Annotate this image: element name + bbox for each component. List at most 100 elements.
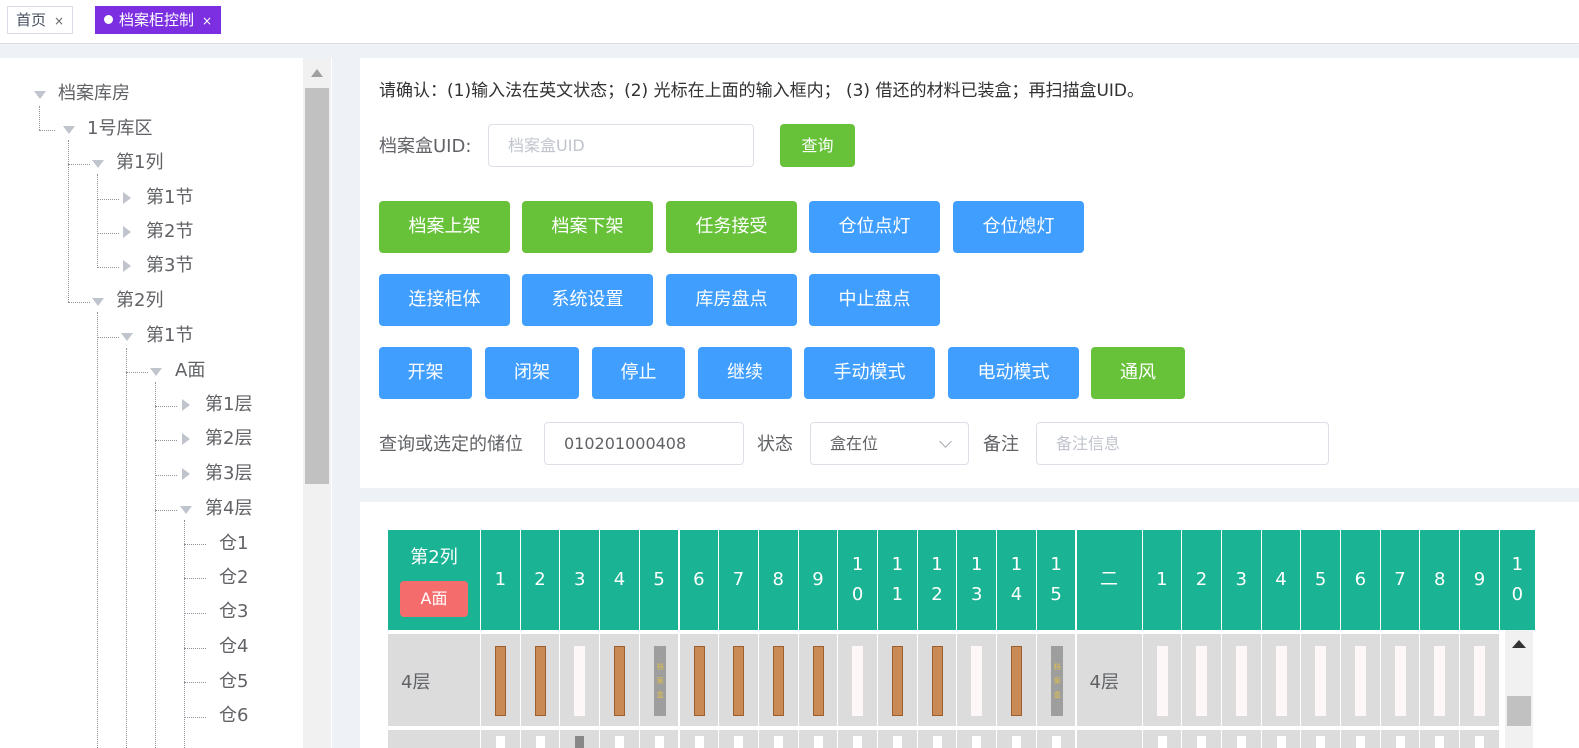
open-shelf-button[interactable]: 开架 [379,347,472,399]
grid-slot-next-row[interactable] [639,726,680,748]
grid-slot-next-row[interactable] [1420,726,1461,748]
grid-slot-next-row[interactable] [719,726,759,748]
tree-node-layer[interactable]: 第4层 [180,498,252,520]
grid-slot-next-row[interactable] [878,726,918,748]
tree-node-layer[interactable]: 第1层 [182,394,252,416]
tree-node-slot[interactable]: 仓5 [219,671,248,693]
grid-slot-next-row[interactable] [997,726,1037,748]
tree-node-archive-room[interactable]: 档案库房 [34,83,130,105]
close-shelf-button[interactable]: 闭架 [485,347,579,399]
grid-slot[interactable] [1182,630,1222,726]
grid-slot-next-row[interactable] [917,726,958,748]
grid-slot[interactable] [997,630,1037,726]
grid-slot[interactable] [1420,630,1461,726]
status-select[interactable]: 盒在位 [810,422,969,465]
scrollbar-thumb[interactable] [305,88,329,484]
grid-slot[interactable] [917,630,958,726]
grid-slot-next-row[interactable] [520,726,561,748]
caret-down-icon[interactable] [63,126,75,134]
grid-slot-next-row[interactable] [1460,726,1500,748]
connect-cabinet-button[interactable]: 连接柜体 [379,274,510,326]
grid-slot[interactable]: 档案盒 [639,630,680,726]
grid-slot[interactable] [679,630,720,726]
tab-cabinet-control[interactable]: 档案柜控制 × [95,6,222,34]
tree-node-column-1[interactable]: 第1列 [92,152,163,174]
caret-down-icon[interactable] [92,160,104,168]
grid-scrollbar[interactable] [1505,630,1533,748]
grid-slot[interactable] [1380,630,1421,726]
grid-slot-next-row[interactable] [1341,726,1381,748]
grid-slot-next-row[interactable] [600,726,640,748]
tree-scrollbar[interactable] [303,58,331,748]
caret-down-icon[interactable] [121,333,133,341]
grid-slot[interactable] [481,630,521,726]
grid-slot[interactable] [560,630,601,726]
grid-slot[interactable] [758,630,799,726]
caret-down-icon[interactable] [34,91,46,99]
system-settings-button[interactable]: 系统设置 [522,274,653,326]
grid-slot[interactable] [957,630,998,726]
grid-slot[interactable] [520,630,561,726]
continue-button[interactable]: 继续 [698,347,792,399]
ventilation-button[interactable]: 通风 [1091,347,1185,399]
caret-down-icon[interactable] [150,368,162,376]
tree-node-column-2[interactable]: 第2列 [92,290,163,312]
grid-slot-next-row[interactable] [758,726,799,748]
scrollbar-thumb[interactable] [1507,696,1531,726]
close-icon[interactable]: × [202,14,212,28]
query-button[interactable]: 查询 [780,124,855,167]
grid-slot[interactable] [1301,630,1341,726]
grid-slot[interactable] [1221,630,1262,726]
tree-node-slot[interactable]: 仓3 [219,601,248,623]
scroll-up-arrow-icon[interactable] [311,69,323,77]
manual-mode-button[interactable]: 手动模式 [804,347,935,399]
grid-slot[interactable] [1460,630,1500,726]
grid-slot[interactable] [838,630,878,726]
caret-down-icon[interactable] [180,506,192,514]
grid-slot-next-row[interactable] [560,726,601,748]
grid-slot-next-row[interactable] [481,726,521,748]
tab-home[interactable]: 首页 × [7,6,74,34]
grid-slot[interactable] [798,630,839,726]
grid-slot-next-row[interactable] [679,726,720,748]
grid-slot[interactable] [1341,630,1381,726]
archive-unshelve-button[interactable]: 档案下架 [522,201,653,253]
stop-button[interactable]: 停止 [592,347,685,399]
location-input[interactable]: 010201000408 [544,422,744,465]
electric-mode-button[interactable]: 电动模式 [948,347,1079,399]
grid-slot-next-row[interactable] [1036,726,1077,748]
grid-slot-next-row[interactable] [838,726,878,748]
tree-node-slot[interactable]: 仓6 [219,705,248,727]
grid-slot-next-row[interactable] [1142,726,1183,748]
inventory-button[interactable]: 库房盘点 [666,274,797,326]
caret-right-icon[interactable] [182,468,190,480]
tree-node-section[interactable]: 第1节 [123,187,193,209]
grid-slot[interactable] [1261,630,1302,726]
grid-slot-next-row[interactable] [798,726,839,748]
accept-task-button[interactable]: 任务接受 [666,201,797,253]
grid-slot[interactable]: 档案盒 [1036,630,1077,726]
caret-right-icon[interactable] [123,260,131,272]
caret-right-icon[interactable] [123,192,131,204]
grid-slot-next-row[interactable] [957,726,998,748]
grid-slot[interactable] [600,630,640,726]
tree-node-slot[interactable]: 仓2 [219,567,248,589]
tree-node-zone-1[interactable]: 1号库区 [63,118,152,140]
tree-node-section[interactable]: 第3节 [123,255,193,277]
tree-node-section[interactable]: 第1节 [121,325,193,347]
grid-slot-next-row[interactable] [1182,726,1222,748]
caret-down-icon[interactable] [92,298,104,306]
grid-slot-next-row[interactable] [1380,726,1421,748]
slot-light-on-button[interactable]: 仓位点灯 [809,201,940,253]
archive-shelve-button[interactable]: 档案上架 [379,201,510,253]
caret-right-icon[interactable] [182,399,190,411]
remark-input[interactable]: 备注信息 [1036,422,1329,465]
caret-right-icon[interactable] [182,433,190,445]
grid-slot-next-row[interactable] [1261,726,1302,748]
stop-inventory-button[interactable]: 中止盘点 [809,274,940,326]
tree-node-layer[interactable]: 第2层 [182,428,252,450]
tree-node-layer[interactable]: 第3层 [182,463,252,485]
tree-node-section[interactable]: 第2节 [123,221,193,243]
face-badge[interactable]: A面 [400,581,468,617]
tree-node-slot[interactable]: 仓1 [219,533,248,555]
